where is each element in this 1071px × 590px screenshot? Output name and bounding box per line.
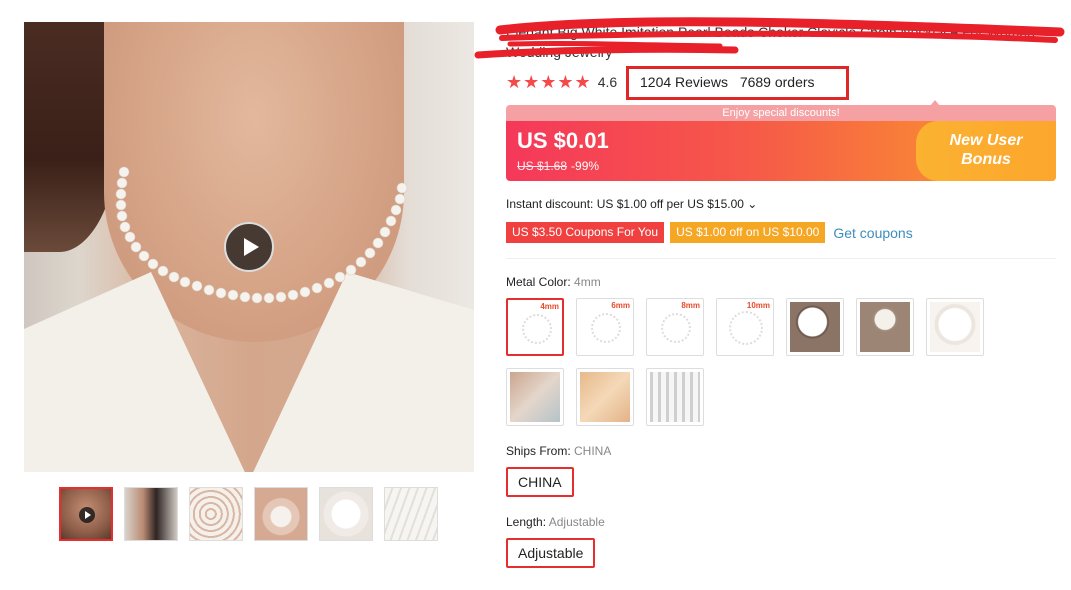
color-option-strands[interactable] [646,368,704,426]
color-option-8mm[interactable]: 8mm [646,298,704,356]
reviews-orders-highlight: 1204 Reviews 7689 orders [626,66,849,100]
rating-stars: ★★★★★ [506,71,592,92]
color-option-model-1[interactable] [506,368,564,426]
promo-headline: Enjoy special discounts! [506,105,1056,121]
pearl-ring-image [591,313,621,343]
original-price-row: US $1.68 -99% [517,159,599,173]
new-user-bonus-badge: New User Bonus [916,121,1056,181]
size-label: 4mm [540,302,559,311]
option-photo [790,302,840,352]
get-coupons-link[interactable]: Get coupons [833,225,912,241]
ships-from-label: Ships From: [506,444,575,458]
coupon-row: US $3.50 Coupons For You US $1.00 off on… [506,222,913,243]
product-title: Elegant Big White Imitation Pearl Beads … [506,24,1035,60]
size-label: 8mm [681,301,700,310]
option-photo [650,372,700,422]
pearl-ring-image [522,314,552,344]
rating-row: ★★★★★ 4.6 [506,72,617,92]
play-video-button[interactable] [224,222,274,272]
option-photo [580,372,630,422]
rating-value: 4.6 [597,74,618,90]
ships-from-label-row: Ships From: CHINA [506,444,611,458]
pearl-ring-image [661,313,691,343]
original-price: US $1.68 [517,159,568,173]
length-label-row: Length: Adjustable [506,515,605,529]
size-label: 10mm [746,301,770,310]
thumbnail-pearls-4[interactable] [384,487,438,541]
thumbnail-video[interactable] [59,487,113,541]
option-photo [510,372,560,422]
length-value: Adjustable [548,515,605,529]
orders-count: 7689 orders [739,74,815,90]
play-icon [79,507,95,523]
play-icon [243,238,259,256]
divider [506,258,1056,259]
sale-price: US $0.01 [517,128,609,153]
ships-from-value: CHINA [574,444,612,458]
length-adjustable-option[interactable]: Adjustable [506,538,596,568]
coupon-badge-2[interactable]: US $1.00 off on US $10.00 [670,222,826,243]
thumbnail-pearls-3[interactable] [319,487,373,541]
size-label: 6mm [611,301,630,310]
color-option-pendant-1[interactable] [786,298,844,356]
metal-color-label: Metal Color: [506,275,575,289]
thumbnail-strip [59,487,438,541]
color-option-10mm[interactable]: 10mm [716,298,774,356]
thumbnail-model[interactable] [124,487,178,541]
color-option-pendant-2[interactable] [856,298,914,356]
color-option-6mm[interactable]: 6mm [576,298,634,356]
metal-color-value: 4mm [574,275,601,289]
reviews-link[interactable]: 1204 Reviews [640,74,728,90]
coupon-badge-1[interactable]: US $3.50 Coupons For You [506,222,665,243]
bonus-line-2: Bonus [961,151,1011,168]
color-option-4mm[interactable]: 4mm [506,298,564,356]
color-option-pendant-3[interactable] [926,298,984,356]
thumbnail-pearls-1[interactable] [189,487,243,541]
promo-banner: Enjoy special discounts! US $0.01 US $1.… [506,105,1056,181]
option-photo [860,302,910,352]
instant-discount-dropdown[interactable]: Instant discount: US $1.00 off per US $1… [506,197,757,211]
promo-body: US $0.01 US $1.68 -99% New User Bonus [506,121,1056,181]
bonus-line-1: New User [949,132,1023,149]
main-product-image[interactable] [24,22,474,472]
color-option-model-2[interactable] [576,368,634,426]
pearl-ring-image [729,311,763,345]
option-photo [930,302,980,352]
ships-from-china-option[interactable]: CHINA [506,467,574,497]
thumbnail-pearls-2[interactable] [254,487,308,541]
length-label: Length: [506,515,549,529]
metal-color-label-row: Metal Color: 4mm [506,275,601,289]
metal-color-options: 4mm 6mm 8mm 10mm [506,298,996,426]
discount-percent: -99% [571,159,600,173]
